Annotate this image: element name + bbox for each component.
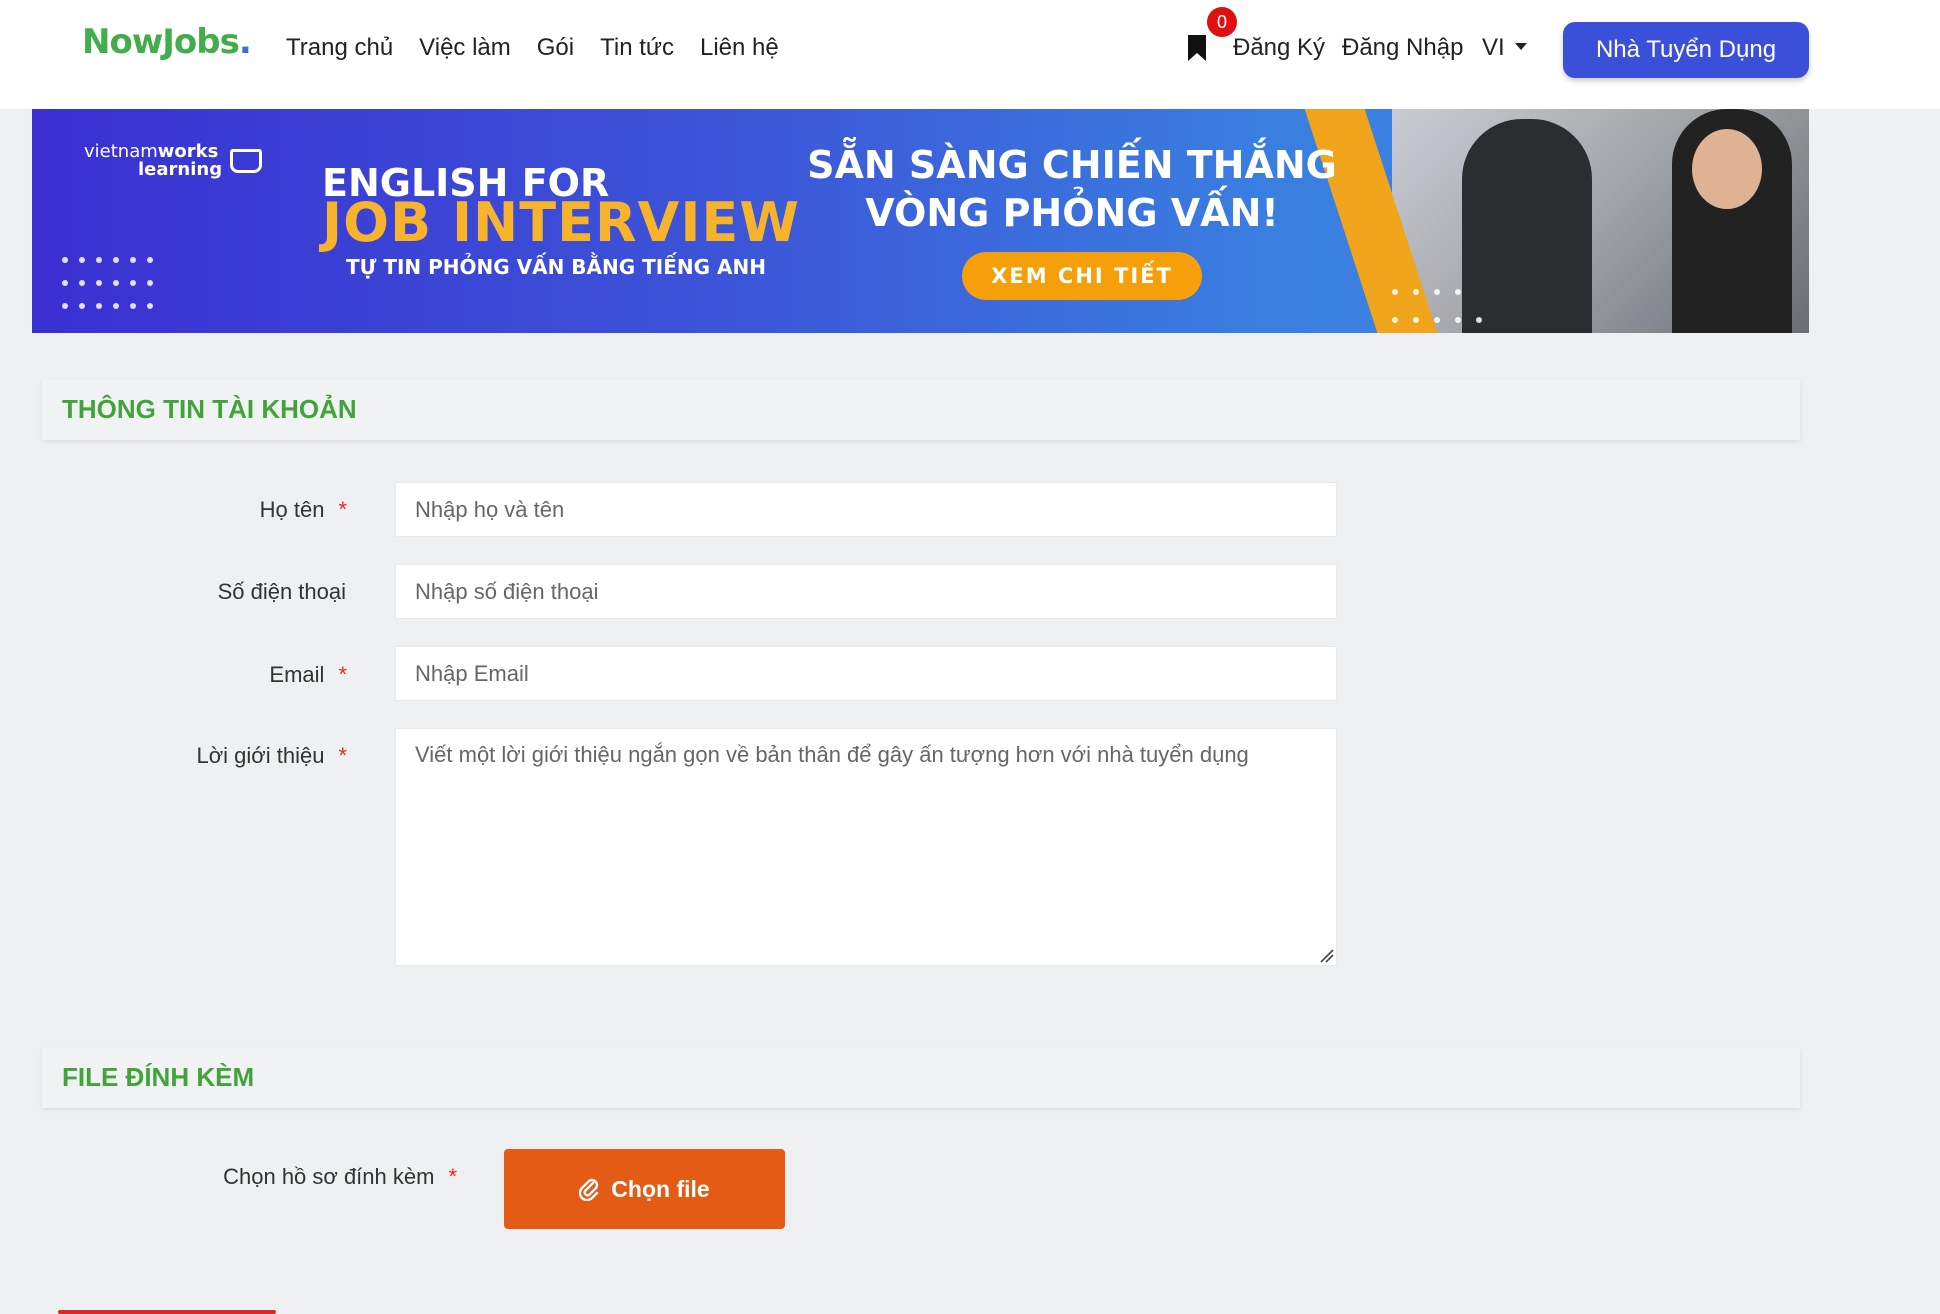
required-mark: * xyxy=(338,743,347,768)
saved-count-badge: 0 xyxy=(1207,7,1237,37)
email-label-text: Email xyxy=(269,662,325,687)
attachment-label-text: Chọn hồ sơ đính kèm xyxy=(223,1164,435,1189)
chevron-down-icon xyxy=(1514,43,1527,50)
banner-headline: SẴN SÀNG CHIẾN THẮNG VÒNG PHỎNG VẤN! xyxy=(792,141,1352,237)
required-mark: * xyxy=(448,1164,457,1189)
account-section-title: THÔNG TIN TÀI KHOẢN xyxy=(62,394,357,424)
attachment-section-title: FILE ĐÍNH KÈM xyxy=(62,1062,255,1092)
language-value: VI xyxy=(1482,34,1505,61)
main-nav: Trang chủ Việc làm Gói Tin tức Liên hệ xyxy=(286,34,805,62)
bookmark-icon[interactable] xyxy=(1186,34,1208,62)
required-mark: * xyxy=(338,497,347,522)
login-link[interactable]: Đăng Nhập xyxy=(1342,34,1463,62)
employer-button[interactable]: Nhà Tuyển Dụng xyxy=(1563,22,1809,78)
email-input[interactable] xyxy=(395,646,1337,701)
brand-line2: learning xyxy=(138,159,223,180)
choose-file-label: Chọn file xyxy=(611,1175,710,1202)
nav-contact[interactable]: Liên hệ xyxy=(700,34,779,62)
nav-news[interactable]: Tin tức xyxy=(600,34,674,62)
attachment-label: Chọn hồ sơ đính kèm * xyxy=(223,1164,457,1190)
intro-textarea[interactable] xyxy=(395,728,1337,966)
headline-line2: VÒNG PHỎNG VẤN! xyxy=(865,191,1279,235)
logo-text: NowJobs xyxy=(82,22,240,62)
choose-file-button[interactable]: Chọn file xyxy=(504,1149,785,1229)
nav-home[interactable]: Trang chủ xyxy=(286,34,393,62)
banner-person-right xyxy=(1672,109,1792,333)
vietnamworks-learning-logo: vietnamworks learning xyxy=(84,143,222,179)
intro-label: Lời giới thiệu * xyxy=(197,743,347,769)
logo-dot: . xyxy=(238,22,252,62)
bottom-button-edge[interactable] xyxy=(58,1310,276,1314)
phone-label: Số điện thoại xyxy=(217,579,346,604)
intro-label-text: Lời giới thiệu xyxy=(196,743,325,768)
phone-input[interactable] xyxy=(395,564,1337,619)
attachment-section-header: FILE ĐÍNH KÈM xyxy=(42,1048,1800,1108)
required-mark: * xyxy=(338,662,347,687)
nav-jobs[interactable]: Việc làm xyxy=(419,34,511,62)
top-navbar: NowJobs. Trang chủ Việc làm Gói Tin tức … xyxy=(0,0,1940,109)
name-label-text: Họ tên xyxy=(259,497,325,522)
language-dropdown[interactable]: VI xyxy=(1482,34,1527,62)
email-label: Email * xyxy=(269,662,347,688)
headline-line1: SẴN SÀNG CHIẾN THẮNG xyxy=(807,143,1337,187)
view-details-button[interactable]: XEM CHI TIẾT xyxy=(962,252,1202,300)
name-label: Họ tên * xyxy=(260,497,347,523)
nav-packages[interactable]: Gói xyxy=(537,34,574,62)
register-link[interactable]: Đăng Ký xyxy=(1233,34,1325,62)
name-input[interactable] xyxy=(395,482,1337,537)
promo-banner[interactable]: vietnamworks learning ENGLISH FOR JOB IN… xyxy=(32,109,1809,333)
decor-dots-right xyxy=(1392,289,1482,323)
site-logo[interactable]: NowJobs. xyxy=(82,22,252,62)
book-icon xyxy=(230,149,262,173)
banner-title-line2: JOB INTERVIEW xyxy=(322,191,800,254)
account-section-header: THÔNG TIN TÀI KHOẢN xyxy=(42,380,1800,440)
decor-dots-left xyxy=(62,257,153,309)
banner-title-line3: TỰ TIN PHỎNG VẤN BẰNG TIẾNG ANH xyxy=(346,255,766,279)
paperclip-icon xyxy=(579,1178,599,1201)
resize-grip-icon[interactable] xyxy=(1318,947,1334,963)
